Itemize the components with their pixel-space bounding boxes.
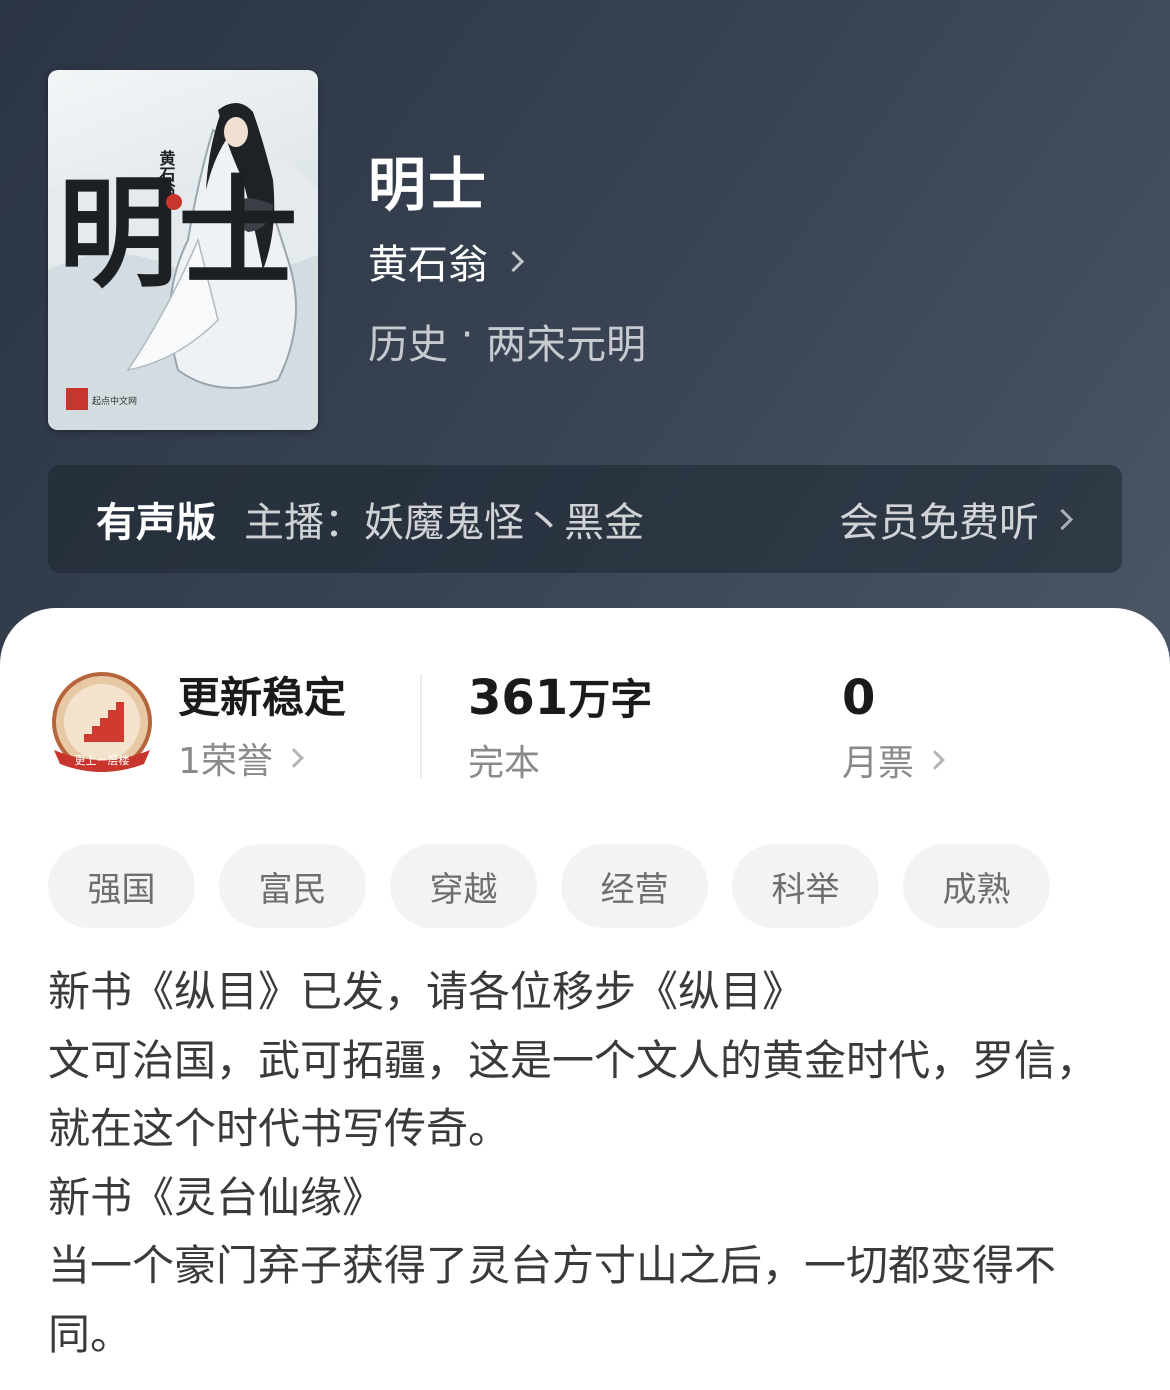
member-free-listen-button[interactable]: 会员免费听 [839,465,1074,573]
cover-illustration: 明士 黄石翁 起点中文网 [48,102,318,430]
audio-version-bar[interactable]: 有声版 主播： 妖魔鬼怪丶黑金 会员免费听 [48,465,1122,573]
stats-divider [420,674,422,778]
cover-title-text: 明士 [58,163,298,304]
audio-label: 有声版 [96,500,216,546]
genre-info: 历史 · 两宋元明 [368,312,646,370]
chevron-right-icon [925,750,945,770]
word-count-stat: 361万字 完本 [468,668,652,786]
description-line: 文可治国，武可拓疆，这是一个文人的黄金时代，罗信，就在这个时代书写传奇。 [48,1035,1099,1154]
honor-stat[interactable]: 更新稳定 1荣誉 [178,668,346,784]
book-description[interactable]: 新书《纵目》已发，请各位移步《纵目》 文可治国，武可拓疆，这是一个文人的黄金时代… [48,958,1123,1369]
chevron-right-icon [284,748,304,768]
tag-chip[interactable]: 科举 [732,844,879,928]
honor-title: 更新稳定 [178,673,347,722]
audio-narrators: 主播： 妖魔鬼怪丶黑金 [244,490,644,548]
description-line: 新书《纵目》已发，请各位移步《纵目》 [48,967,805,1016]
author-link[interactable]: 黄石翁 [368,232,525,290]
category[interactable]: 历史 [368,312,448,370]
honor-badge-icon[interactable]: 更上一层楼 [48,672,156,780]
chevron-right-icon [502,250,525,272]
member-free-listen-label: 会员免费听 [839,500,1039,546]
stats-row: 更上一层楼 更新稳定 1荣誉 361万字 完本 0 月票 [0,668,1170,788]
tag-chip[interactable]: 富民 [219,844,366,928]
tag-list: 强国 富民 穿越 经营 科举 成熟 [48,844,1050,928]
word-count-unit: 万字 [568,675,653,724]
tag-chip[interactable]: 强国 [48,844,195,928]
svg-text:黄石翁: 黄石翁 [157,149,177,199]
narrator-prefix: 主播： [244,500,364,546]
svg-text:起点中文网: 起点中文网 [92,395,137,407]
monthly-ticket-label: 月票 [842,743,915,784]
tag-chip[interactable]: 成熟 [903,844,1050,928]
tag-chip[interactable]: 穿越 [390,844,537,928]
monthly-ticket-stat[interactable]: 0 月票 [842,668,945,786]
word-count-number: 361 [468,670,569,726]
monthly-ticket-link[interactable]: 月票 [842,734,945,786]
badge-text: 更上一层楼 [75,753,130,767]
book-title: 明士 [368,151,489,219]
honor-count: 1荣誉 [178,741,273,782]
chevron-right-icon [1051,508,1074,530]
description-line: 当一个豪门弃子获得了灵台方寸山之后，一切都变得不同。 [48,1241,1057,1359]
author-name: 黄石翁 [368,242,488,288]
tag-chip[interactable]: 经营 [561,844,708,928]
book-info-panel: 更上一层楼 更新稳定 1荣誉 361万字 完本 0 月票 强国 富民 穿越 经营… [0,608,1170,1390]
subcategory[interactable]: 两宋元明 [486,312,646,370]
genre-separator: · [448,312,487,358]
narrator-names: 妖魔鬼怪丶黑金 [364,500,644,546]
book-cover-image[interactable]: 明士 黄石翁 起点中文网 [48,70,318,430]
description-line: 新书《灵台仙缘》 [48,1172,385,1222]
monthly-ticket-count: 0 [842,670,876,726]
completion-status: 完本 [468,743,541,784]
honor-count-link[interactable]: 1荣誉 [178,732,346,784]
